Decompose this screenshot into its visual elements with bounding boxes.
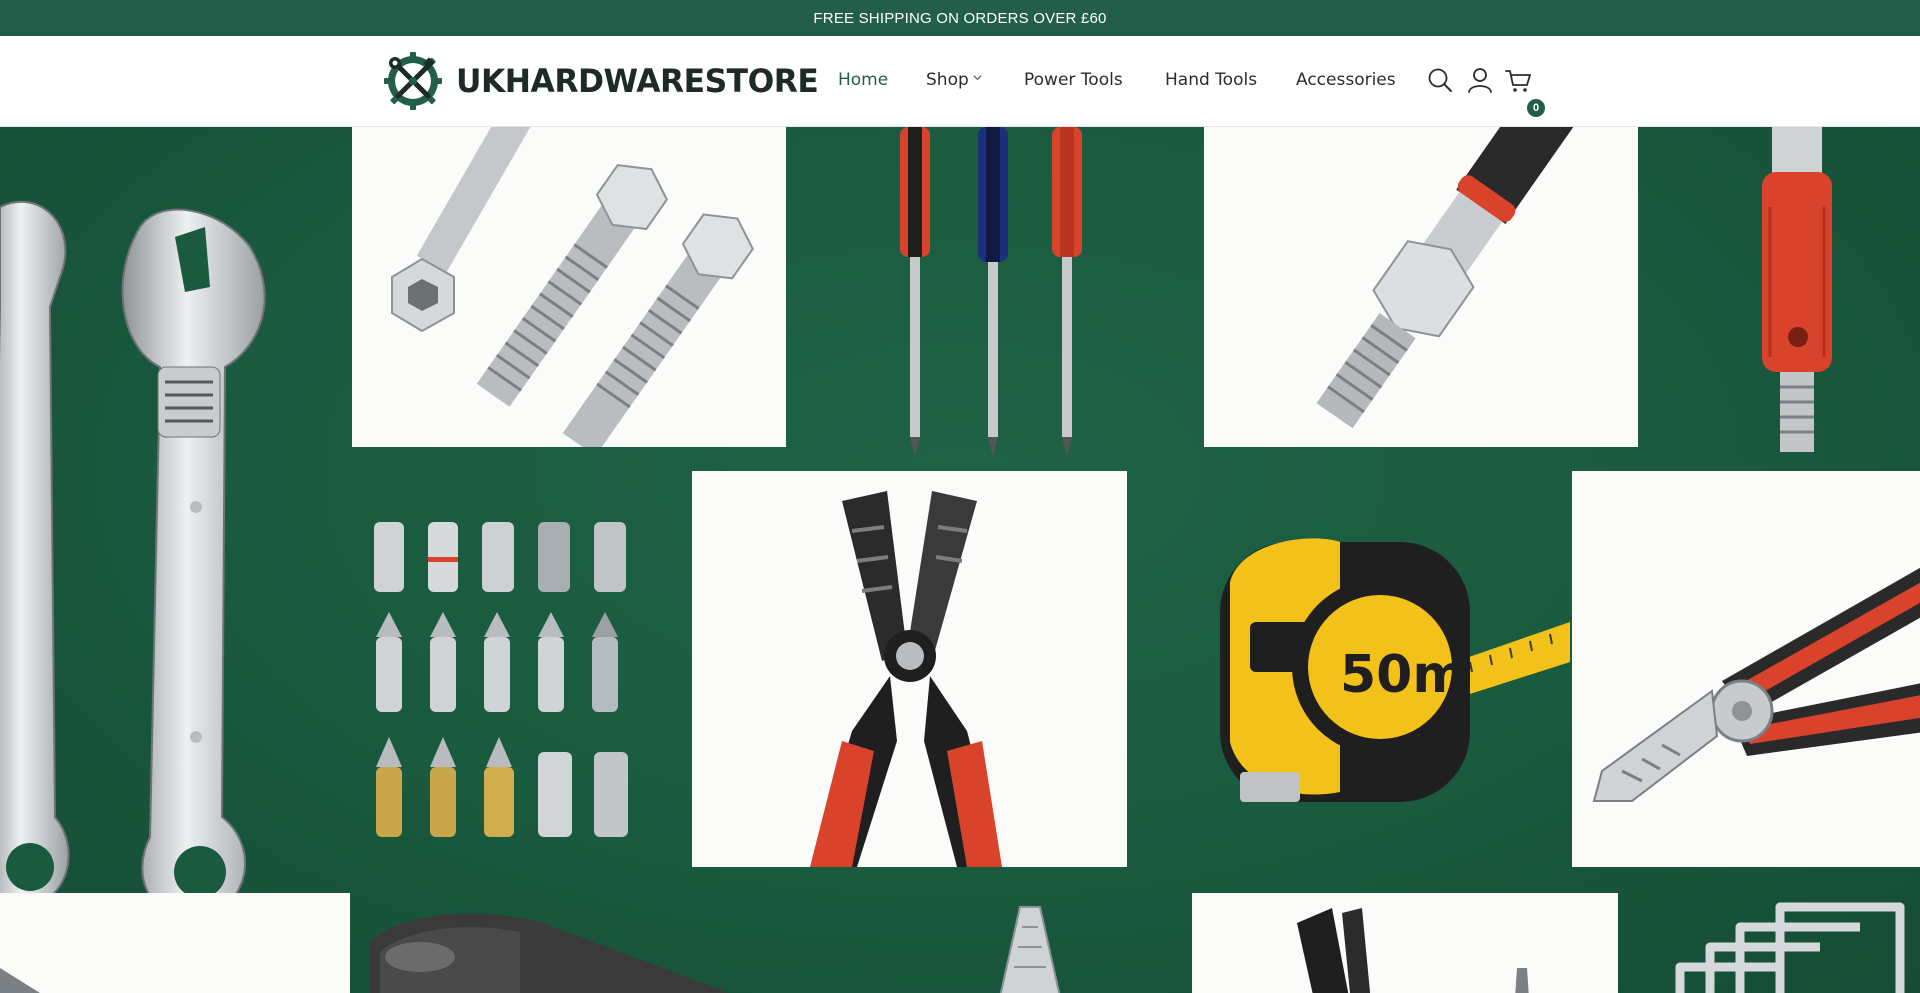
announcement-bar: FREE SHIPPING ON ORDERS OVER £60 [0, 0, 1920, 36]
hammer-image [360, 902, 800, 993]
red-handle-tool-image [1740, 127, 1860, 457]
store-name: UKHARDWARESTORE [456, 62, 819, 100]
screwdrivers-image [880, 127, 1120, 457]
adjustable-wrenches-image [0, 167, 320, 947]
store-logo[interactable]: UKHARDWARESTORE [380, 51, 826, 111]
wire-crimpers-image [692, 471, 1127, 867]
pliers-image [1572, 471, 1920, 867]
nav-accessories[interactable]: Accessories [1296, 70, 1396, 90]
search-icon[interactable] [1426, 66, 1454, 94]
announcement-text: FREE SHIPPING ON ORDERS OVER £60 [813, 9, 1107, 27]
crimping-tool-image [1192, 893, 1618, 993]
nav-home[interactable]: Home [838, 70, 888, 90]
chevron-down-icon [973, 75, 982, 81]
crossed-tools-emblem-icon [384, 52, 442, 110]
cart-icon[interactable] [1504, 66, 1532, 94]
nav-power-tools[interactable]: Power Tools [1024, 70, 1123, 90]
nav-shop[interactable]: Shop [926, 70, 983, 90]
bottom-left-tool-image [0, 893, 350, 993]
nav-shop-label: Shop [926, 70, 969, 90]
site-header: UKHARDWARESTORE Home Shop Power Tools Ha… [0, 36, 1920, 127]
tape-measure-label: 50m [1340, 645, 1467, 705]
nav-hand-tools[interactable]: Hand Tools [1165, 70, 1257, 90]
tape-measure-image: 50m [1210, 502, 1570, 832]
threaded-bolt-image [1204, 127, 1638, 447]
needle-nose-pliers-image [940, 897, 1120, 993]
user-icon[interactable] [1466, 66, 1494, 94]
bit-sockets-image [360, 502, 650, 867]
hero-collage: 50m [0, 127, 1920, 993]
hex-bolts-image [352, 127, 786, 447]
cart-count-badge: 0 [1527, 99, 1545, 117]
hex-key-set-image [1650, 897, 1920, 993]
